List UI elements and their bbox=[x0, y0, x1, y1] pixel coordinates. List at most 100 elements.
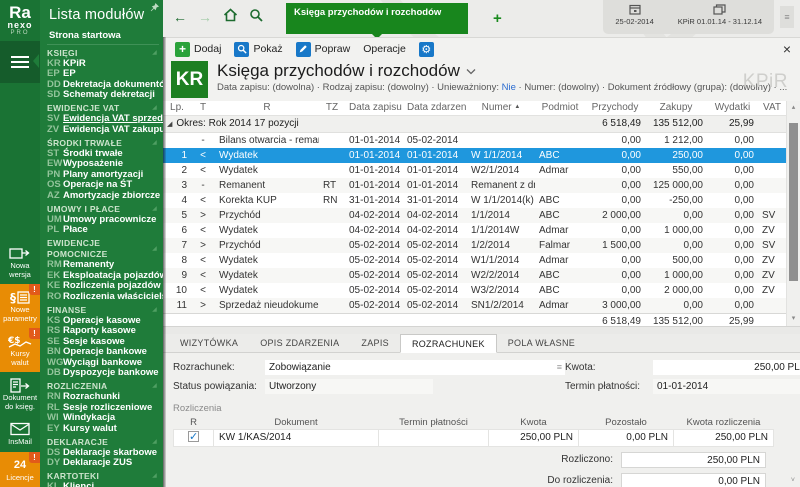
sidebar-item[interactable]: PL Płace bbox=[47, 225, 159, 236]
tab-ksiega-przychodow[interactable]: Księga przychodów i rozchodów bbox=[286, 3, 468, 34]
table-row[interactable]: 9 < Wydatek 05-02-2014 05-02-2014 W2/2/2… bbox=[163, 268, 786, 283]
new-tab-button[interactable]: + bbox=[493, 10, 502, 27]
operations-button[interactable]: Operacje bbox=[358, 42, 411, 56]
pin-icon[interactable] bbox=[150, 3, 159, 15]
sidebar-item[interactable]: SD Schematy dekretacji bbox=[47, 90, 159, 101]
forward-button[interactable]: → bbox=[198, 9, 212, 25]
current-date-button[interactable]: 25-02-2014 bbox=[603, 0, 665, 26]
rozliczenia-column-header[interactable]: Kwota bbox=[489, 416, 579, 429]
home-icon[interactable] bbox=[223, 8, 238, 25]
period-button[interactable]: KPiR 01.01.14 - 31.12.14 bbox=[666, 0, 774, 26]
table-row[interactable]: - Bilans otwarcia - remanent 01-01-2014 … bbox=[163, 132, 786, 148]
module-list-button[interactable] bbox=[0, 41, 40, 83]
strip-tile[interactable]: Nowa wersja bbox=[0, 240, 40, 284]
table-row[interactable]: 4 < Korekta KUP RN 31-01-2014 31-01-2014… bbox=[163, 193, 786, 208]
details-scroll-down-icon[interactable]: ˅ bbox=[791, 477, 795, 484]
column-header[interactable]: Data zapisu bbox=[345, 101, 403, 115]
details-tab[interactable]: WIZYTÓWKA bbox=[169, 334, 249, 352]
column-header[interactable]: Przychody bbox=[585, 101, 645, 115]
strip-tile[interactable]: InsMail bbox=[0, 416, 40, 452]
settings-button[interactable]: ⚙ bbox=[414, 41, 439, 58]
column-header[interactable]: R bbox=[215, 101, 319, 115]
scroll-up-icon[interactable]: ▴ bbox=[787, 103, 800, 111]
sidebar-item[interactable]: KL Klienci bbox=[47, 482, 159, 487]
details-tab[interactable]: ZAPIS bbox=[350, 334, 400, 352]
details-tab[interactable]: OPIS ZDARZENIA bbox=[249, 334, 350, 352]
column-header[interactable]: Podmiot bbox=[535, 101, 585, 115]
rozrachunek-field[interactable]: Zobowiązanie≡ bbox=[265, 360, 565, 375]
details-tab[interactable]: POLA WŁASNE bbox=[497, 334, 586, 352]
column-header[interactable]: Zakupy bbox=[645, 101, 707, 115]
sidebar-item[interactable]: RN Rozrachunki bbox=[47, 392, 159, 403]
rozliczenia-column-header[interactable]: Kwota rozliczenia bbox=[674, 416, 774, 429]
table-row[interactable]: 7 > Przychód 05-02-2014 05-02-2014 1/2/2… bbox=[163, 238, 786, 253]
sidebar-item[interactable]: WI Windykacja bbox=[47, 413, 159, 424]
column-header[interactable]: Lp. bbox=[163, 101, 191, 115]
splitter[interactable] bbox=[163, 326, 800, 334]
back-button[interactable]: ← bbox=[173, 9, 187, 25]
kwota-field[interactable]: 250,00 PLN≡ bbox=[653, 360, 800, 375]
show-button[interactable]: Pokaż bbox=[229, 41, 287, 58]
sidebar-item[interactable]: RS Raporty kasowe bbox=[47, 326, 159, 337]
rozliczenia-column-header[interactable]: R bbox=[174, 416, 214, 429]
filter-summary[interactable]: Data zapisu: (dowolna) · Rodzaj zapisu: … bbox=[217, 81, 787, 94]
filter-link-niewazniony[interactable]: Nie bbox=[502, 82, 516, 93]
sidebar-item[interactable]: SV Ewidencja VAT sprzedaży bbox=[47, 114, 159, 125]
sidebar-item[interactable]: ZV Ewidencja VAT zakupu bbox=[47, 125, 159, 136]
sidebar-item[interactable]: BN Operacje bankowe bbox=[47, 347, 159, 358]
sidebar-item[interactable]: EP EP bbox=[47, 69, 159, 80]
rozliczenia-column-header[interactable]: Dokument bbox=[214, 416, 379, 429]
group-row[interactable]: ◢Okres: Rok 2014 17 pozycji 6 518,49 135… bbox=[163, 115, 786, 132]
rozliczenia-row[interactable]: KW 1/KAS/2014 250,00 PLN 0,00 PLN 250,00… bbox=[174, 429, 774, 446]
scrollbar-thumb[interactable] bbox=[789, 123, 798, 281]
module-label: Płace bbox=[63, 225, 88, 236]
sidebar-item[interactable]: DB Dyspozycje bankowe bbox=[47, 368, 159, 379]
column-header[interactable]: Numer ▲ bbox=[467, 101, 535, 115]
sidebar-section-header[interactable]: UMOWY I PŁACE ◢ bbox=[47, 204, 159, 215]
sidebar-item[interactable]: DY Deklaracje ZUS bbox=[47, 458, 159, 469]
sidebar-item[interactable]: RO Rozliczenia właścicielskie bbox=[47, 292, 159, 303]
sidebar-section-header[interactable]: ŚRODKI TRWAŁE ◢ bbox=[47, 138, 159, 149]
sidebar-item[interactable]: KE Rozliczenia pojazdów bbox=[47, 281, 159, 292]
sidebar-section-header[interactable]: KSIĘGI ◢ bbox=[47, 48, 159, 59]
table-row[interactable]: 11 > Sprzedaż nieudokumentowana 05-02-20… bbox=[163, 298, 786, 314]
rozliczenia-column-header[interactable]: Pozostało bbox=[579, 416, 674, 429]
sidebar-section-header[interactable]: EWIDENCJE POMOCNICZE ◢ bbox=[47, 238, 159, 260]
termin-field[interactable]: 01-01-2014 bbox=[653, 379, 800, 394]
sidebar-item[interactable]: AZ Amortyzacje zbiorcze bbox=[47, 191, 159, 202]
table-row[interactable]: 5 > Przychód 04-02-2014 04-02-2014 1/1/2… bbox=[163, 208, 786, 223]
column-header[interactable]: TZ bbox=[319, 101, 345, 115]
sidebar-item[interactable]: EY Kursy walut bbox=[47, 424, 159, 435]
sidebar-section-header[interactable]: DEKLARACJE ◢ bbox=[47, 437, 159, 448]
column-header[interactable]: Wydatki bbox=[707, 101, 758, 115]
settled-checkbox[interactable] bbox=[188, 431, 199, 442]
details-tab[interactable]: ROZRACHUNEK bbox=[400, 334, 497, 353]
strip-tile[interactable]: ! § Nowe parametry bbox=[0, 284, 40, 328]
edit-button[interactable]: Popraw bbox=[291, 41, 356, 58]
table-row[interactable]: 3 - Remanent RT 01-01-2014 01-01-2014 Re… bbox=[163, 178, 786, 193]
add-button[interactable]: + Dodaj bbox=[170, 41, 226, 58]
scroll-down-icon[interactable]: ▾ bbox=[787, 314, 800, 322]
column-header[interactable]: Data zdarzenia bbox=[403, 101, 467, 115]
table-row[interactable]: 6 < Wydatek 04-02-2014 04-02-2014 1/1/20… bbox=[163, 223, 786, 238]
table-row[interactable]: 2 < Wydatek 01-01-2014 01-01-2014 W2/1/2… bbox=[163, 163, 786, 178]
sidebar-item[interactable]: RM Remanenty bbox=[47, 260, 159, 271]
vertical-scrollbar[interactable]: ▴ ▾ bbox=[786, 101, 800, 326]
table-row[interactable]: 1 < Wydatek 01-01-2014 01-01-2014 W 1/1/… bbox=[163, 148, 786, 163]
strip-tile[interactable]: Dokument do księg. bbox=[0, 372, 40, 416]
nav-overflow-menu[interactable]: ≡ bbox=[780, 6, 794, 28]
view-title[interactable]: Księga przychodów i rozchodów bbox=[217, 61, 787, 81]
column-header[interactable]: VAT bbox=[758, 101, 786, 115]
strip-tile[interactable]: ! €$ Kursy walut bbox=[0, 328, 40, 372]
column-header[interactable]: T bbox=[191, 101, 215, 115]
rozliczenia-column-header[interactable]: Termin płatności bbox=[379, 416, 489, 429]
sidebar-item[interactable]: OS Operacje na ŚT bbox=[47, 180, 159, 191]
strip-tile[interactable]: ! 24 Licencje bbox=[0, 452, 40, 487]
sidebar-item[interactable]: EW Wyposażenie bbox=[47, 159, 159, 170]
table-row[interactable]: 8 < Wydatek 05-02-2014 05-02-2014 W1/1/2… bbox=[163, 253, 786, 268]
sidebar-item-strona-startowa[interactable]: Strona startowa bbox=[47, 29, 159, 45]
close-view-button[interactable]: × bbox=[783, 42, 791, 56]
sidebar-section-header[interactable]: FINANSE ◢ bbox=[47, 305, 159, 316]
table-row[interactable]: 10 < Wydatek 05-02-2014 05-02-2014 W3/2/… bbox=[163, 283, 786, 298]
search-icon[interactable] bbox=[249, 8, 263, 25]
